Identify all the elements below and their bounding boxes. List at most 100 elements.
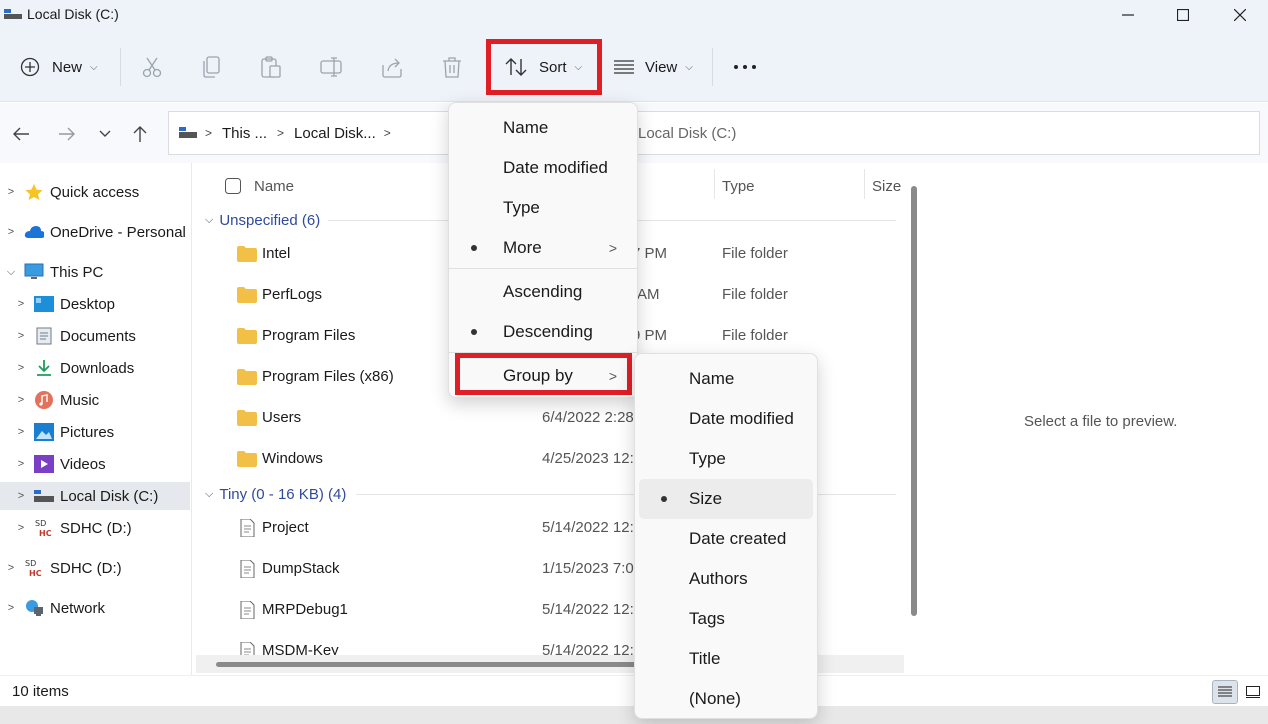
- back-button[interactable]: [8, 121, 34, 147]
- sort-menu-item-date-modified[interactable]: Date modified: [449, 148, 637, 188]
- group-menu-item-type[interactable]: Type: [635, 439, 817, 479]
- maximize-button[interactable]: [1155, 0, 1211, 30]
- bullet-icon: [471, 245, 477, 251]
- file-icon: [240, 560, 255, 578]
- group-menu-item-authors[interactable]: Authors: [635, 559, 817, 599]
- chevron-right-icon: >: [17, 394, 25, 406]
- group-menu-item-date-created[interactable]: Date created: [635, 519, 817, 559]
- sidebar-item-local-disk[interactable]: > Local Disk (C:): [0, 482, 190, 510]
- recent-locations-button[interactable]: [92, 121, 118, 147]
- chevron-right-icon: >: [205, 126, 213, 140]
- sidebar-item-sdhc-pc[interactable]: > SD HC SDHC (D:): [0, 514, 190, 542]
- sidebar-item-videos[interactable]: > Videos: [0, 450, 190, 478]
- copy-button[interactable]: [201, 52, 223, 82]
- sidebar-item-label: Pictures: [60, 423, 115, 441]
- share-icon: [382, 58, 402, 78]
- sort-menu-item-descending[interactable]: Descending: [449, 312, 637, 352]
- delete-button[interactable]: [441, 52, 463, 82]
- chevron-right-icon: >: [17, 426, 25, 438]
- file-name: DumpStack: [262, 560, 340, 577]
- select-all-checkbox[interactable]: [225, 171, 241, 201]
- column-header-name[interactable]: Name: [254, 171, 294, 201]
- drive-icon: [179, 127, 197, 138]
- pictures-icon: [34, 423, 54, 441]
- sidebar-item-pictures[interactable]: > Pictures: [0, 418, 190, 446]
- file-icon: [240, 601, 255, 619]
- documents-icon: [34, 327, 54, 345]
- folder-icon: [237, 410, 257, 426]
- close-button[interactable]: [1212, 0, 1268, 30]
- search-input[interactable]: Local Disk (C:): [628, 111, 1260, 155]
- toolbar-divider: [120, 48, 121, 86]
- sidebar-item-quick-access[interactable]: > Quick access: [0, 178, 190, 206]
- column-header-size[interactable]: Size: [872, 171, 901, 201]
- sidebar-item-label: Local Disk (C:): [60, 487, 159, 505]
- file-date: 5/14/2022 12:: [542, 601, 634, 618]
- sidebar-item-downloads[interactable]: > Downloads: [0, 354, 190, 382]
- forward-button[interactable]: [54, 121, 80, 147]
- chevron-right-icon: >: [383, 126, 391, 140]
- chevron-right-icon: >: [17, 330, 25, 342]
- sidebar-item-documents[interactable]: > Documents: [0, 322, 190, 350]
- group-menu-item-name[interactable]: Name: [635, 359, 817, 399]
- sort-menu-item-ascending[interactable]: Ascending: [449, 272, 637, 312]
- more-options-button[interactable]: [733, 52, 757, 82]
- sidebar-item-desktop[interactable]: > Desktop: [0, 290, 190, 318]
- sidebar-item-sdhc[interactable]: > SD HC SDHC (D:): [0, 554, 190, 582]
- up-button[interactable]: [127, 121, 153, 147]
- sidebar-item-label: Music: [60, 391, 100, 409]
- chevron-right-icon: >: [17, 490, 25, 502]
- new-button[interactable]: New ⌵: [20, 52, 98, 82]
- group-menu-item-none[interactable]: (None): [635, 679, 817, 719]
- sort-menu-item-name[interactable]: Name: [449, 108, 637, 148]
- cut-button[interactable]: [141, 52, 163, 82]
- vertical-scrollbar[interactable]: [911, 186, 917, 616]
- group-menu-item-date-modified[interactable]: Date modified: [635, 399, 817, 439]
- details-view-button[interactable]: [1212, 680, 1238, 704]
- breadcrumb-local-disk[interactable]: Local Disk...: [294, 125, 376, 142]
- breadcrumb-this-pc[interactable]: This ...: [222, 125, 267, 142]
- view-button[interactable]: View ⌵: [613, 52, 693, 82]
- close-icon: [1234, 9, 1246, 21]
- file-icon: [240, 642, 255, 655]
- sort-menu-item-type[interactable]: Type: [449, 188, 637, 228]
- sidebar-item-label: Network: [50, 599, 106, 617]
- item-count: 10 items: [12, 683, 69, 700]
- minimize-button[interactable]: [1100, 0, 1156, 30]
- rename-button[interactable]: [320, 52, 342, 82]
- paste-button[interactable]: [260, 52, 282, 82]
- group-header-unspecified[interactable]: ⌵ Unspecified (6): [205, 208, 320, 232]
- group-menu-item-title[interactable]: Title: [635, 639, 817, 679]
- sidebar-item-music[interactable]: > Music: [0, 386, 190, 414]
- drive-icon: [4, 9, 22, 19]
- file-icon: [240, 519, 255, 537]
- sidebar-item-onedrive[interactable]: > OneDrive - Personal: [0, 218, 190, 246]
- group-header-tiny[interactable]: ⌵ Tiny (0 - 16 KB) (4): [205, 482, 346, 506]
- file-name: Windows: [262, 450, 323, 467]
- file-date: 5/14/2022 12:: [542, 642, 634, 655]
- file-name: Project: [262, 519, 309, 536]
- bullet-icon: [661, 496, 667, 502]
- share-button[interactable]: [381, 52, 403, 82]
- navigation-pane: > Quick access > OneDrive - Personal ⌵ T…: [0, 163, 192, 675]
- details-view-icon: [1218, 686, 1232, 697]
- folder-icon: [237, 246, 257, 262]
- window-title: Local Disk (C:): [27, 6, 119, 22]
- group-menu-item-size[interactable]: Size: [639, 479, 813, 519]
- sidebar-item-this-pc[interactable]: ⌵ This PC: [0, 258, 190, 286]
- maximize-icon: [1177, 9, 1189, 21]
- sort-menu-item-more[interactable]: More >: [449, 228, 637, 268]
- chevron-right-icon: >: [17, 458, 25, 470]
- tiles-view-icon: [1246, 686, 1260, 698]
- group-menu-item-tags[interactable]: Tags: [635, 599, 817, 639]
- file-type: File folder: [722, 327, 788, 344]
- view-label: View: [645, 58, 678, 76]
- sidebar-item-network[interactable]: > Network: [0, 594, 190, 622]
- column-header-type[interactable]: Type: [722, 171, 755, 201]
- chevron-right-icon: >: [17, 362, 25, 374]
- sidebar-item-label: Quick access: [50, 183, 140, 201]
- tiles-view-button[interactable]: [1240, 680, 1266, 704]
- toolbar-divider: [712, 48, 713, 86]
- file-date: 4/25/2023 12:: [542, 450, 634, 467]
- chevron-right-icon: >: [17, 522, 25, 534]
